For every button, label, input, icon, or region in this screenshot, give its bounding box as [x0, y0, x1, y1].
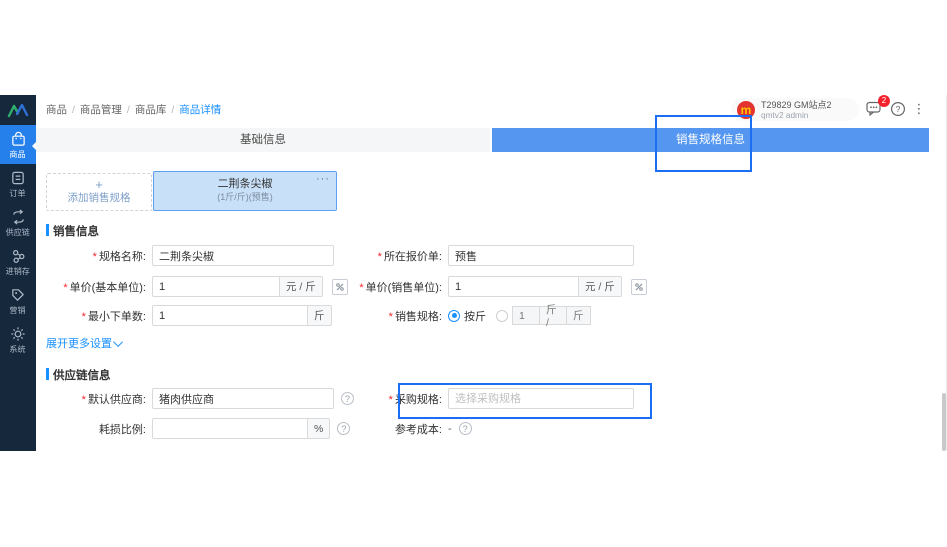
tab-basic-info[interactable]: 基础信息	[36, 128, 490, 152]
bag-icon	[10, 131, 27, 147]
required-mark: *	[93, 251, 97, 263]
more-options-button[interactable]: ⋮	[910, 101, 928, 117]
custom-qty-input[interactable]: 1	[512, 306, 540, 325]
sidebar-item-inventory[interactable]: 进销存	[0, 242, 36, 281]
sidebar-item-label: 供应链	[6, 227, 30, 237]
breadcrumb-item[interactable]: 商品库	[135, 102, 167, 117]
tab-sales-spec-info[interactable]: 销售规格信息	[492, 128, 929, 152]
expand-more-settings-link[interactable]: 展开更多设置	[46, 335, 123, 351]
supply-chain-icon	[10, 209, 27, 225]
breadcrumb: 商品 / 商品管理 / 商品库 / 商品详情	[46, 102, 221, 117]
form-row-purchase-spec: *采购规格:	[276, 388, 634, 409]
sidebar-item-orders[interactable]: 订单	[0, 164, 36, 203]
screenshot-canvas: 商品 订单 供应链 进销存	[0, 0, 947, 547]
custom-unit2-box: 斤	[567, 306, 591, 325]
required-mark: *	[82, 394, 86, 406]
breadcrumb-item[interactable]: 商品	[46, 102, 67, 117]
field-label: *销售规格:	[276, 308, 448, 324]
section-title-supply-chain: 供应链信息	[46, 367, 111, 383]
field-label: *最小下单数:	[36, 308, 152, 324]
required-mark: *	[359, 282, 363, 294]
order-icon	[10, 170, 26, 186]
price-adjust-icon[interactable]	[631, 279, 647, 295]
sidebar-item-label: 营销	[10, 305, 26, 315]
required-mark: *	[82, 311, 86, 323]
form-row-sales-spec: *销售规格: 按斤 1 斤 / 斤	[276, 305, 591, 326]
sidebar-item-label: 系统	[10, 344, 26, 354]
notification-badge: 2	[878, 95, 890, 107]
inventory-icon	[10, 248, 27, 264]
info-icon[interactable]: ?	[459, 422, 472, 435]
required-mark: *	[389, 311, 393, 323]
main-panel: 商品 / 商品管理 / 商品库 / 商品详情 m T29829 GM站点2 qm…	[36, 95, 947, 451]
field-label: 参考成本:	[276, 421, 448, 437]
user-role: qmtv2 admin	[761, 110, 826, 119]
site-name: T29829 GM站点2	[761, 100, 832, 110]
messages-button[interactable]: 2	[866, 101, 884, 117]
app-logo-icon	[0, 95, 36, 125]
quote-sheet-input[interactable]	[448, 245, 634, 266]
form-row-ref-cost: 参考成本: - ?	[276, 418, 472, 439]
unit-price-sale-group: 元 / 斤	[448, 276, 622, 297]
sidebar-item-label: 进销存	[6, 266, 30, 276]
required-mark: *	[389, 394, 393, 406]
sidebar-item-label: 商品	[10, 149, 26, 159]
section-title-sales-info: 销售信息	[46, 223, 99, 239]
field-label: *单价(基本单位):	[36, 279, 152, 295]
sidebar-item-supply-chain[interactable]: 供应链	[0, 203, 36, 242]
marketing-tag-icon	[10, 287, 26, 303]
user-info: T29829 GM站点2 qmtv2 admin	[761, 100, 832, 120]
ref-cost-value: -	[448, 423, 452, 435]
user-menu[interactable]: m T29829 GM站点2 qmtv2 admin	[731, 98, 859, 121]
unit-price-base-input[interactable]	[152, 276, 280, 297]
spec-card-title: 二荆条尖椒	[154, 177, 336, 191]
field-label: *默认供应商:	[36, 391, 152, 407]
scrollbar-thumb[interactable]	[942, 393, 946, 451]
spec-card-subtitle: (1斤/斤)(预售)	[154, 191, 336, 204]
breadcrumb-separator: /	[171, 104, 174, 116]
breadcrumb-separator: /	[72, 104, 75, 116]
sidebar-item-marketing[interactable]: 营销	[0, 281, 36, 320]
breadcrumb-separator: /	[127, 104, 130, 116]
spec-card-selected[interactable]: 二荆条尖椒 (1斤/斤)(预售) ···	[153, 171, 337, 211]
field-label: *规格名称:	[36, 248, 152, 264]
field-label: *所在报价单:	[276, 248, 448, 264]
sidebar-item-system[interactable]: 系统	[0, 320, 36, 359]
spec-card-more-icon[interactable]: ···	[316, 173, 330, 185]
sidebar-item-label: 订单	[10, 188, 26, 198]
purchase-spec-input[interactable]	[448, 388, 634, 409]
unit-price-sale-input[interactable]	[448, 276, 579, 297]
custom-unit1-box: 斤 /	[540, 306, 567, 325]
app-window: 商品 订单 供应链 进销存	[0, 95, 947, 451]
chevron-down-icon	[113, 337, 123, 347]
radio-by-jin[interactable]	[448, 310, 460, 322]
radio-custom-spec[interactable]	[496, 310, 508, 322]
required-mark: *	[63, 282, 67, 294]
sidebar: 商品 订单 供应链 进销存	[0, 95, 36, 451]
sidebar-item-products[interactable]: 商品	[0, 125, 36, 164]
help-button[interactable]: ?	[890, 101, 908, 117]
unit-addon: 元 / 斤	[579, 276, 622, 297]
add-sales-spec-label: 添加销售规格	[47, 192, 151, 205]
svg-text:?: ?	[896, 104, 901, 114]
field-label: *单价(销售单位):	[276, 279, 448, 295]
avatar: m	[737, 101, 755, 119]
breadcrumb-current: 商品详情	[179, 102, 221, 117]
field-label: 耗损比例:	[36, 421, 152, 437]
form-row-quote-sheet: *所在报价单:	[276, 245, 634, 266]
plus-icon: +	[47, 177, 151, 192]
gear-icon	[10, 326, 26, 342]
breadcrumb-item[interactable]: 商品管理	[80, 102, 122, 117]
form-row-unit-price-sale: *单价(销售单位): 元 / 斤	[276, 276, 647, 297]
required-mark: *	[378, 251, 382, 263]
field-label: *采购规格:	[276, 391, 448, 407]
add-sales-spec-button[interactable]: + 添加销售规格	[46, 173, 152, 211]
radio-by-jin-label: 按斤	[464, 308, 486, 324]
